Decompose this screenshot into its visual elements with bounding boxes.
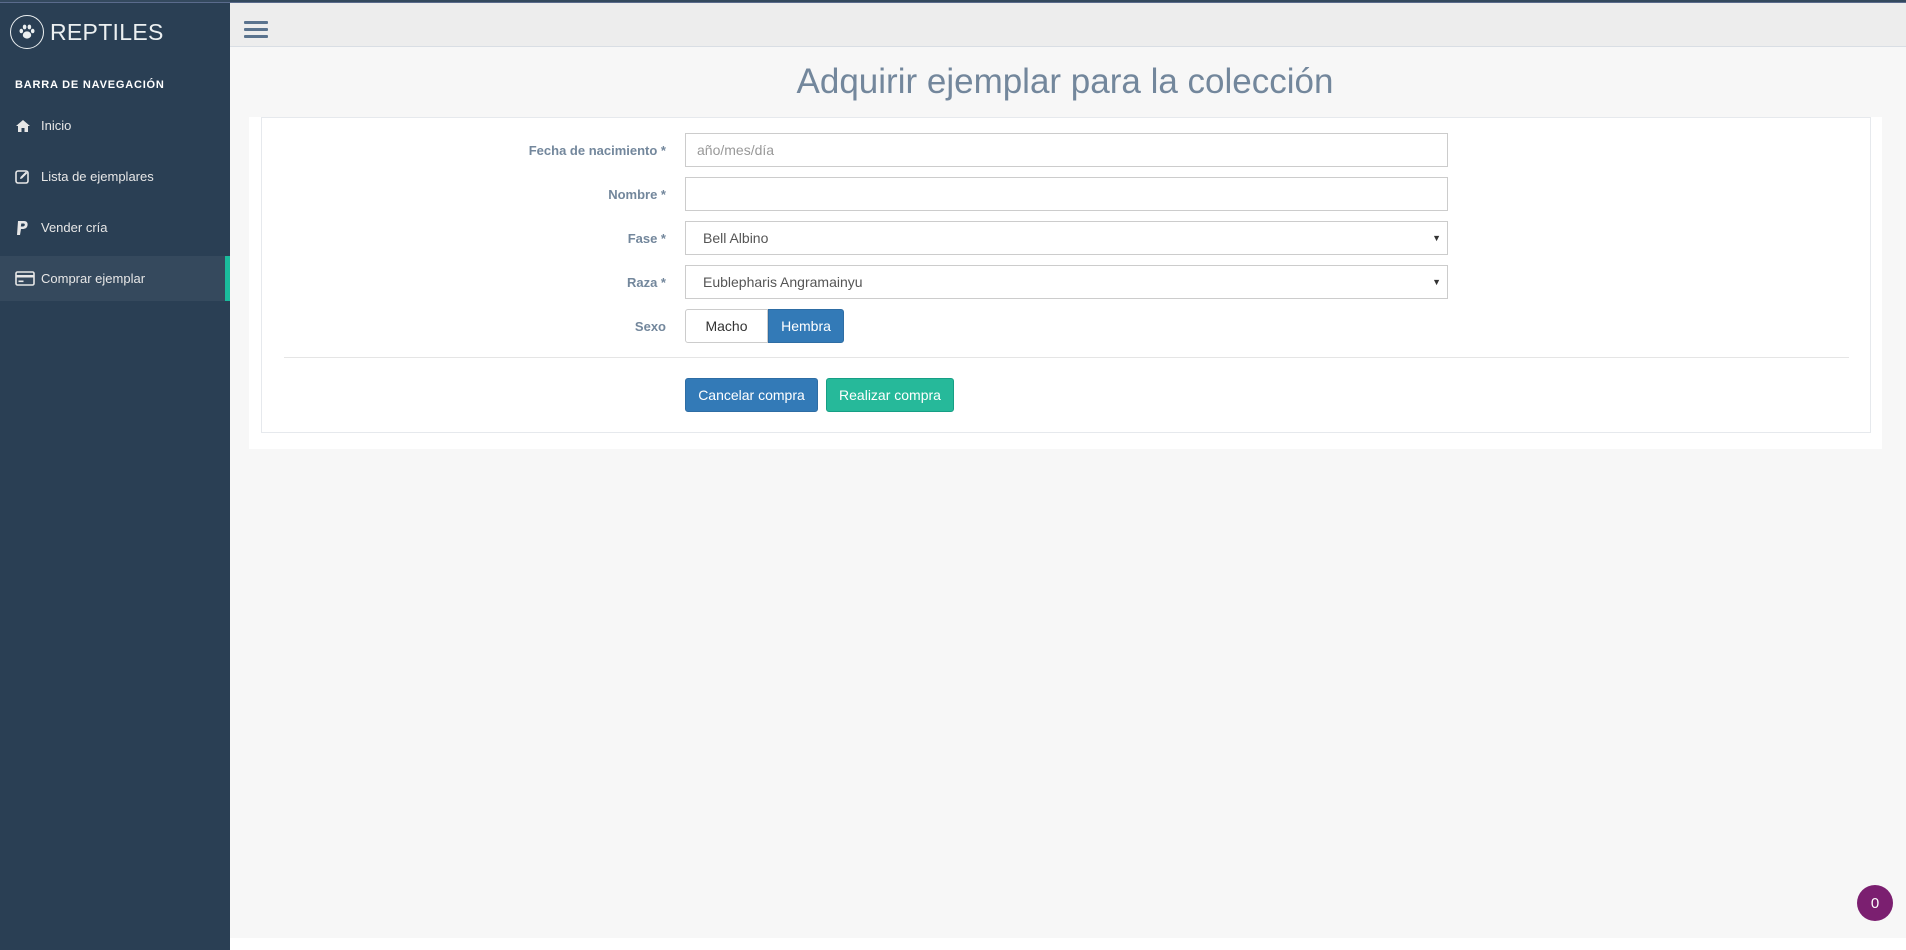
nav-section-title: BARRA DE NAVEGACIÓN	[15, 79, 165, 91]
paw-icon	[10, 15, 44, 49]
sidebar-item-label: Vender cría	[41, 220, 108, 235]
cancel-purchase-button[interactable]: Cancelar compra	[685, 378, 818, 412]
paypal-icon	[15, 220, 37, 236]
breed-label: Raza *	[626, 274, 666, 290]
phase-selected-value: Bell Albino	[703, 230, 769, 246]
sex-label: Sexo	[634, 318, 666, 334]
brand[interactable]: REPTILES	[0, 3, 230, 61]
sidebar-item-label: Inicio	[41, 118, 72, 133]
sidebar-item-inicio[interactable]: Inicio	[0, 103, 230, 148]
sidebar-item-lista-ejemplares[interactable]: Lista de ejemplares	[0, 154, 230, 199]
sidebar-item-comprar-ejemplar[interactable]: Comprar ejemplar	[0, 256, 230, 301]
sex-option-hembra[interactable]: Hembra	[768, 309, 844, 343]
home-icon	[15, 118, 37, 134]
page-title: Adquirir ejemplar para la colección	[796, 62, 1334, 101]
caret-down-icon: ▼	[1432, 277, 1441, 287]
phase-label: Fase *	[627, 230, 666, 246]
phase-select[interactable]: Bell Albino ▼	[685, 221, 1448, 255]
footer-strip	[230, 938, 1906, 950]
breed-select[interactable]: Eublepharis Angramainyu ▼	[685, 265, 1448, 299]
credit-card-icon	[15, 271, 37, 287]
menu-toggle-icon[interactable]	[244, 21, 268, 41]
submit-purchase-button[interactable]: Realizar compra	[826, 378, 954, 412]
breed-selected-value: Eublepharis Angramainyu	[703, 274, 863, 290]
form-row-sex: Sexo	[261, 309, 1461, 343]
name-label: Nombre *	[608, 186, 666, 202]
birthdate-input[interactable]: año/mes/día	[685, 133, 1448, 167]
sex-toggle-group: Macho Hembra	[685, 309, 844, 343]
sidebar-item-label: Lista de ejemplares	[41, 169, 154, 184]
name-input[interactable]	[685, 177, 1448, 211]
top-nav	[230, 3, 1906, 47]
caret-down-icon: ▼	[1432, 233, 1441, 243]
brand-title: REPTILES	[50, 18, 164, 45]
sex-option-macho[interactable]: Macho	[685, 309, 768, 343]
form-divider	[284, 357, 1849, 358]
sidebar-item-vender-cria[interactable]: Vender cría	[0, 205, 230, 250]
notification-badge[interactable]: 0	[1857, 885, 1893, 921]
birthdate-label: Fecha de nacimiento *	[528, 142, 666, 158]
edit-icon	[15, 169, 37, 185]
sidebar-item-label: Comprar ejemplar	[41, 271, 146, 286]
sidebar: REPTILES BARRA DE NAVEGACIÓN Inicio List…	[0, 3, 230, 950]
